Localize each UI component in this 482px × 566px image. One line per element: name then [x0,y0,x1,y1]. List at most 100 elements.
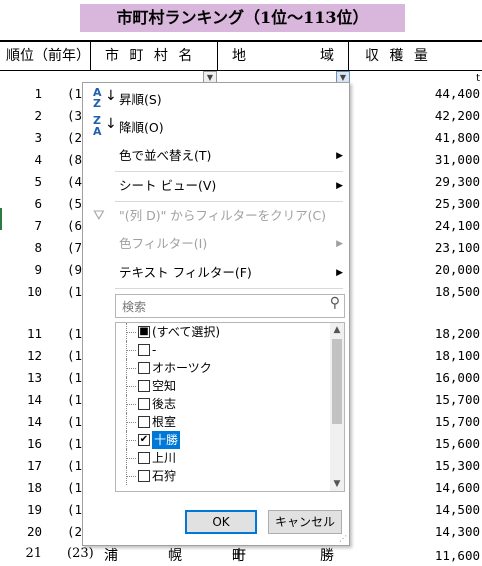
scroll-thumb[interactable] [332,339,342,424]
autofilter-menu: A Z ↓ 昇順(S) Z A ↓ 降順(O) 色で並べ替え(T) ▶ シート ビュー(… [82,82,350,546]
menu-label: シート ビュー(V) [119,178,217,193]
checkbox[interactable] [138,470,150,482]
menu-text-filter[interactable]: テキスト フィルター(F) ▶ [83,260,349,286]
tree-line [126,404,136,405]
harvest-cell: 20,000 [434,262,480,277]
harvest-cell: 41,800 [434,130,480,145]
list-scrollbar[interactable]: ▲ ▼ [330,323,344,491]
rank-cell: 19 [26,502,42,517]
rank-cell: 9 [34,262,42,277]
checkbox[interactable] [138,362,150,374]
filter-list-item[interactable]: ✔ 十勝 [116,431,328,449]
filter-value-list[interactable]: ■ (すべて選択) - オホーツク 空知 後志 根室 ✔ 十勝 上川 石狩 ▲ ▼ [115,322,345,492]
rank-cell: 2 [34,108,42,123]
checkbox[interactable] [138,344,150,356]
filter-item-label: 空知 [152,379,177,393]
search-placeholder: 検索 [122,300,147,314]
header-divider [217,42,218,70]
sort-descending-icon: Z A ↓ [93,114,117,138]
tree-line [126,422,136,423]
rank-cell: 17 [26,458,42,473]
menu-color-filter[interactable]: 色フィルター(I) ▶ [83,231,349,257]
rank-cell: 20 [26,524,42,539]
tree-line [126,350,136,351]
harvest-cell: 14,500 [434,502,480,517]
rank-cell: 10 [26,284,42,299]
prev-rank-cell: (5 [67,196,83,211]
region-cell-left: 十 [232,548,246,564]
prev-rank-cell: (8 [67,152,83,167]
filter-list-item[interactable]: 石狩 [116,467,328,485]
rank-cell: 3 [34,130,42,145]
header-rank: 順位（前年） [6,48,90,64]
tree-line [126,476,136,477]
menu-clear-filter[interactable]: ⛛ "(列 D)" からフィルターをクリア(C) [83,203,349,229]
header-divider [90,42,91,70]
filter-item-label: 上川 [152,451,177,465]
harvest-cell: 25,300 [434,196,480,211]
header-region-right: 域 [320,48,337,64]
rank-cell: 7 [34,218,42,233]
checkbox[interactable] [138,452,150,464]
prev-rank-cell: (6 [67,218,83,233]
prev-rank-cell: (7 [67,240,83,255]
tree-line [126,332,136,333]
menu-sort-ascending[interactable]: A Z ↓ 昇順(S) [83,87,349,113]
rank-cell: 11 [26,326,42,341]
rank-cell: 8 [34,240,42,255]
clear-filter-icon: ⛛ [93,208,105,224]
scroll-up-icon[interactable]: ▲ [330,323,344,337]
filter-item-label: 十勝 [152,431,181,449]
filter-list-item[interactable]: ■ (すべて選択) [116,323,328,341]
filter-list-item[interactable]: 根室 [116,413,328,431]
filter-list-item[interactable]: 後志 [116,395,328,413]
filter-item-label: (すべて選択) [152,325,221,339]
region-cell-right: 勝 [320,548,334,564]
rank-cell: 4 [34,152,42,167]
checkbox[interactable]: ■ [138,326,150,338]
checkbox[interactable]: ✔ [138,434,150,446]
ok-button[interactable]: OK [185,510,257,534]
scroll-down-icon[interactable]: ▼ [330,477,344,491]
search-input[interactable]: 検索 ⚲ [115,294,345,318]
checkbox[interactable] [138,380,150,392]
header-region-left: 地 [232,48,249,64]
header-divider [348,42,349,70]
filter-list-item[interactable]: 空知 [116,377,328,395]
filter-list-item[interactable]: - [116,341,328,359]
harvest-cell: 23,100 [434,240,480,255]
submenu-arrow-icon: ▶ [336,181,343,191]
menu-label: 色で並べ替え(T) [119,148,212,163]
table-row: 21 (23) [0,546,100,566]
menu-sheet-view[interactable]: シート ビュー(V) ▶ [83,173,349,199]
cancel-button[interactable]: キャンセル [268,510,342,534]
prev-rank-cell: (2 [67,130,83,145]
search-icon: ⚲ [329,295,340,311]
filter-item-label: 石狩 [152,469,177,483]
menu-separator [115,171,343,172]
tree-line [126,440,136,441]
rank-cell: 13 [26,370,42,385]
harvest-cell: 14,600 [434,480,480,495]
checkbox[interactable] [138,398,150,410]
submenu-arrow-icon: ▶ [336,239,343,249]
tree-line [126,386,136,387]
menu-sort-descending[interactable]: Z A ↓ 降順(O) [83,115,349,141]
harvest-cell: 18,200 [434,326,480,341]
resize-grip-icon[interactable]: ⋰ [339,534,347,543]
filter-item-label: 後志 [152,397,177,411]
menu-label: 降順(O) [119,120,164,135]
header-bottom-border [0,70,482,71]
menu-label: "(列 D)" からフィルターをクリア(C) [119,208,327,223]
menu-separator [115,201,343,202]
sort-ascending-icon: A Z ↓ [93,86,117,110]
header-city: 市 町 村 名 [105,48,196,64]
filter-list-item[interactable]: 上川 [116,449,328,467]
harvest-cell: 15,700 [434,414,480,429]
rank-cell: 1 [34,86,42,101]
checkbox[interactable] [138,416,150,428]
menu-sort-by-color[interactable]: 色で並べ替え(T) ▶ [83,143,349,169]
filter-list-item[interactable]: オホーツク [116,359,328,377]
menu-label: 昇順(S) [119,92,162,107]
menu-label: テキスト フィルター(F) [119,265,252,280]
